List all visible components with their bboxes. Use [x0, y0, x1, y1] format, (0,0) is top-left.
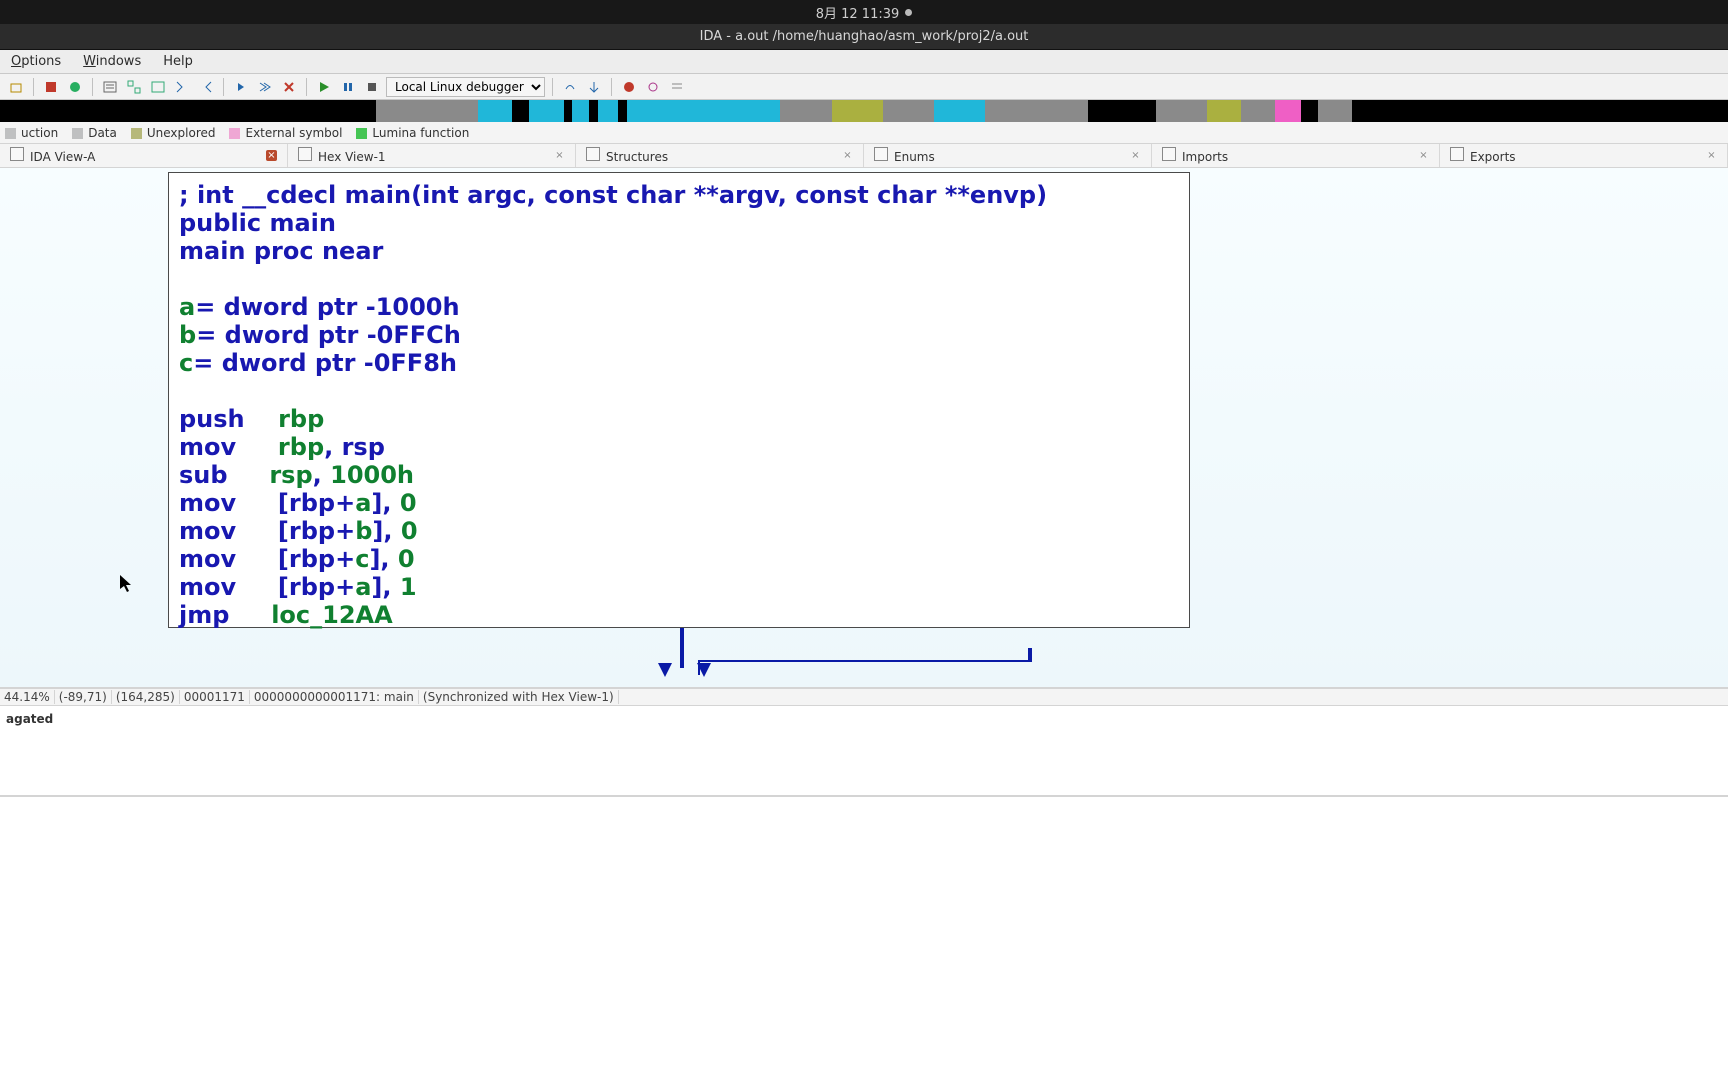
output-line: agated	[6, 712, 1722, 726]
xrefs-from-button[interactable]	[196, 77, 216, 97]
tab-label: Structures	[606, 150, 668, 164]
window-title: IDA - a.out /home/huanghao/asm_work/proj…	[700, 29, 1029, 44]
stepinto-button[interactable]	[584, 77, 604, 97]
step2-button[interactable]	[255, 77, 275, 97]
tab-ida-view-a[interactable]: IDA View-A ×	[0, 144, 288, 167]
tab-icon	[1162, 147, 1176, 161]
overview-strip[interactable]	[0, 100, 1728, 122]
graph-edge	[1028, 648, 1032, 662]
graph-edge	[680, 628, 684, 668]
menu-help[interactable]: Help	[152, 54, 204, 69]
status-cursor: (164,285)	[112, 690, 180, 704]
debug-pause-button[interactable]	[338, 77, 358, 97]
tab-enums[interactable]: Enums ×	[864, 144, 1152, 167]
clock-label: 8月 12 11:39	[816, 3, 900, 22]
legend: uction Data Unexplored External symbol Lumin…	[0, 122, 1728, 144]
run-green-button[interactable]	[65, 77, 85, 97]
status-sync: (Synchronized with Hex View-1)	[419, 690, 619, 704]
tab-icon	[874, 147, 888, 161]
tab-hex-view-1[interactable]: Hex View-1 ×	[288, 144, 576, 167]
tab-exports[interactable]: Exports ×	[1440, 144, 1728, 167]
tab-icon	[10, 147, 24, 161]
stepover-button[interactable]	[560, 77, 580, 97]
hex-view-button[interactable]	[148, 77, 168, 97]
trace-button[interactable]	[667, 77, 687, 97]
toolbar: Local Linux debugger	[0, 74, 1728, 100]
tab-imports[interactable]: Imports ×	[1152, 144, 1440, 167]
legend-item: Data	[72, 126, 117, 140]
graph-edge	[698, 660, 1028, 675]
tab-close-icon[interactable]: ×	[1418, 150, 1429, 161]
menu-windows[interactable]: Windows	[72, 54, 152, 69]
text-view-button[interactable]	[100, 77, 120, 97]
tab-close-icon[interactable]: ×	[266, 150, 277, 161]
system-topbar: 8月 12 11:39	[0, 0, 1728, 24]
mouse-cursor-icon	[120, 575, 132, 593]
debug-stop-button[interactable]	[362, 77, 382, 97]
menubar: Options Windows Help	[0, 50, 1728, 74]
stop-red-button[interactable]	[41, 77, 61, 97]
graph-node-main[interactable]: ; int __cdecl main(int argc, const char …	[168, 172, 1190, 628]
tab-label: Enums	[894, 150, 935, 164]
output-panel: agated	[0, 706, 1728, 796]
notif-dot-icon	[905, 9, 912, 16]
tab-label: Hex View-1	[318, 150, 386, 164]
arrowhead-icon	[658, 663, 672, 677]
disasm-view[interactable]: ; int __cdecl main(int argc, const char …	[0, 168, 1728, 688]
window-titlebar: IDA - a.out /home/huanghao/asm_work/proj…	[0, 24, 1728, 50]
view-tabs: IDA View-A×Hex View-1×Structures×Enums×I…	[0, 144, 1728, 168]
tab-icon	[1450, 147, 1464, 161]
status-full: 0000000000001171: main	[250, 690, 419, 704]
tab-label: Exports	[1470, 150, 1516, 164]
arrowhead-icon	[697, 663, 711, 677]
status-mouse: (-89,71)	[55, 690, 112, 704]
tab-structures[interactable]: Structures ×	[576, 144, 864, 167]
open-file-button[interactable]	[6, 77, 26, 97]
legend-item: Unexplored	[131, 126, 216, 140]
disasm-code: ; int __cdecl main(int argc, const char …	[179, 181, 1179, 629]
tab-close-icon[interactable]: ×	[1706, 150, 1717, 161]
tab-label: Imports	[1182, 150, 1228, 164]
tab-close-icon[interactable]: ×	[1130, 150, 1141, 161]
status-zoom: 44.14%	[0, 690, 55, 704]
tab-close-icon[interactable]: ×	[842, 150, 853, 161]
xrefs-to-button[interactable]	[172, 77, 192, 97]
tab-label: IDA View-A	[30, 150, 95, 164]
tab-icon	[586, 147, 600, 161]
cancel-button[interactable]	[279, 77, 299, 97]
bottom-area	[0, 796, 1728, 797]
tab-icon	[298, 147, 312, 161]
debugger-select[interactable]: Local Linux debugger	[386, 77, 545, 97]
legend-item: uction	[5, 126, 58, 140]
debug-run-button[interactable]	[314, 77, 334, 97]
breakpoint-button[interactable]	[619, 77, 639, 97]
legend-item: External symbol	[229, 126, 342, 140]
menu-options[interactable]: Options	[0, 54, 72, 69]
step-button[interactable]	[231, 77, 251, 97]
legend-item: Lumina function	[356, 126, 469, 140]
watch-button[interactable]	[643, 77, 663, 97]
status-addr: 00001171	[180, 690, 250, 704]
tab-close-icon[interactable]: ×	[554, 150, 565, 161]
graph-view-button[interactable]	[124, 77, 144, 97]
status-line: 44.14% (-89,71) (164,285) 00001171 00000…	[0, 688, 1728, 706]
